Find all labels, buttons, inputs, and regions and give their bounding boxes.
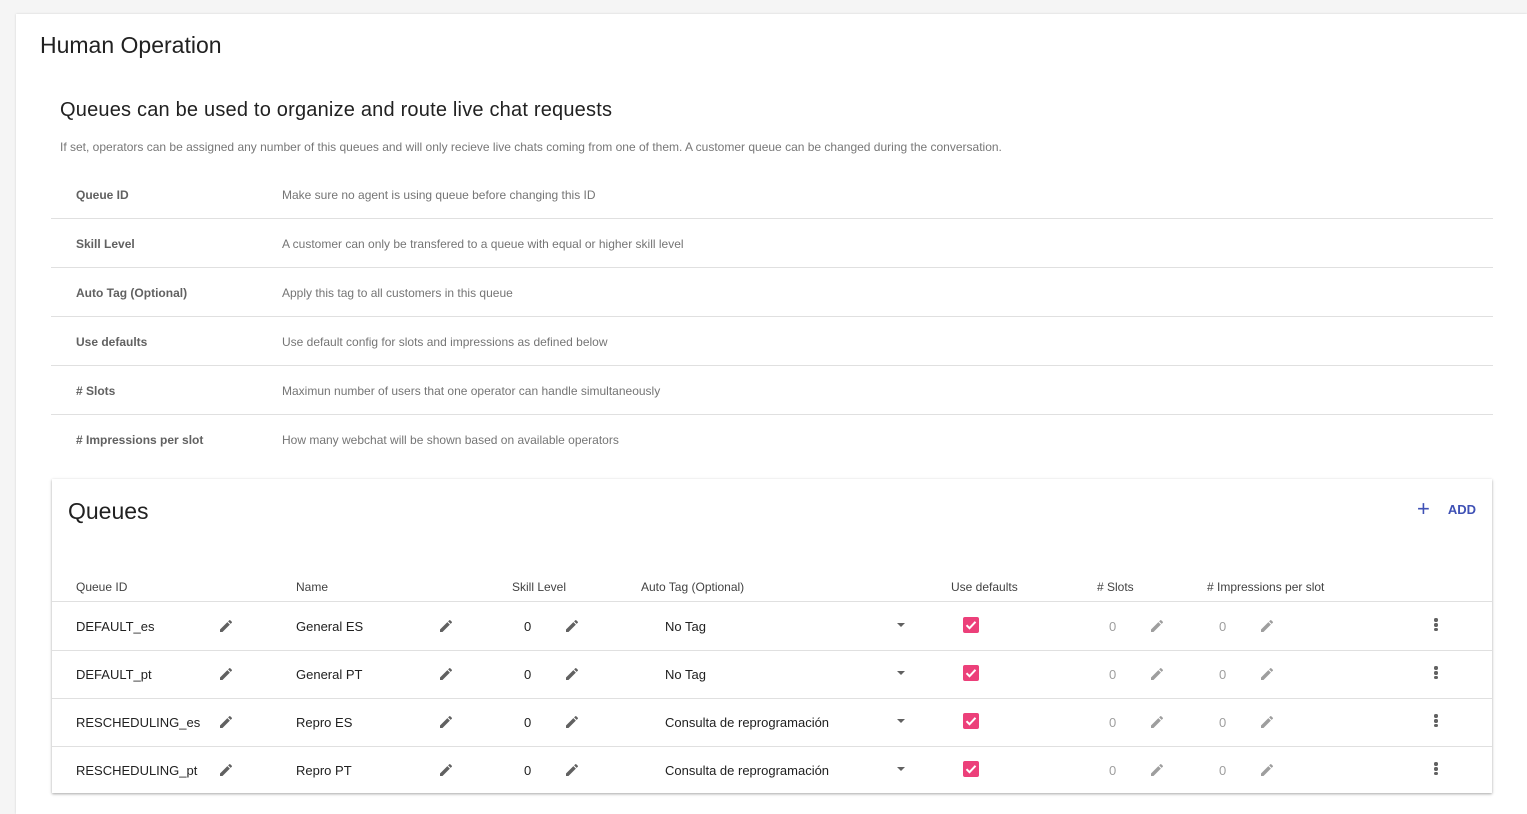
queue-id-cell: RESCHEDULING_es <box>76 715 201 730</box>
column-header-name: Name <box>296 580 329 594</box>
edit-impressions-icon[interactable] <box>1259 714 1275 730</box>
queues-card: Queues + ADD Queue ID Name Skill Level A… <box>52 479 1492 793</box>
definition-row: Auto Tag (Optional) Apply this tag to al… <box>51 268 1493 317</box>
slots-cell: 0 <box>1109 763 1117 778</box>
column-header-auto-tag: Auto Tag (Optional) <box>641 580 745 594</box>
definition-value: Apply this tag to all customers in this … <box>282 286 513 300</box>
auto-tag-select[interactable]: Consulta de reprogramación <box>665 763 829 778</box>
edit-impressions-icon[interactable] <box>1259 618 1275 634</box>
use-defaults-checkbox[interactable] <box>963 713 979 729</box>
column-header-use-defaults: Use defaults <box>951 580 1018 594</box>
edit-name-icon[interactable] <box>438 618 454 634</box>
impressions-cell: 0 <box>1219 619 1227 634</box>
edit-name-icon[interactable] <box>438 762 454 778</box>
edit-queue-id-icon[interactable] <box>218 618 234 634</box>
edit-skill-level-icon[interactable] <box>564 714 580 730</box>
definition-key: Skill Level <box>76 237 135 251</box>
queue-name-cell: Repro PT <box>296 763 352 778</box>
skill-level-cell: 0 <box>524 619 532 634</box>
chevron-down-icon[interactable] <box>897 767 905 771</box>
use-defaults-checkbox[interactable] <box>963 761 979 777</box>
more-options-icon[interactable] <box>1433 617 1439 635</box>
queue-id-cell: DEFAULT_es <box>76 619 155 634</box>
edit-slots-icon[interactable] <box>1149 666 1165 682</box>
edit-queue-id-icon[interactable] <box>218 762 234 778</box>
more-options-icon[interactable] <box>1433 761 1439 779</box>
column-header-queue-id: Queue ID <box>76 580 128 594</box>
definition-row: # Impressions per slot How many webchat … <box>51 415 1493 463</box>
edit-impressions-icon[interactable] <box>1259 762 1275 778</box>
skill-level-cell: 0 <box>524 763 532 778</box>
impressions-cell: 0 <box>1219 667 1227 682</box>
edit-skill-level-icon[interactable] <box>564 618 580 634</box>
slots-cell: 0 <box>1109 619 1117 634</box>
edit-name-icon[interactable] <box>438 666 454 682</box>
definition-row: Queue ID Make sure no agent is using que… <box>51 170 1493 219</box>
edit-queue-id-icon[interactable] <box>218 666 234 682</box>
main-panel: Human Operation Queues can be used to or… <box>16 14 1527 814</box>
queue-id-cell: DEFAULT_pt <box>76 667 152 682</box>
auto-tag-select[interactable]: No Tag <box>665 619 706 634</box>
skill-level-cell: 0 <box>524 715 532 730</box>
definition-value: Use default config for slots and impress… <box>282 335 608 349</box>
more-options-icon[interactable] <box>1433 713 1439 731</box>
table-row: DEFAULT_es General ES 0 No Tag 0 0 <box>52 602 1492 651</box>
definition-row: Skill Level A customer can only be trans… <box>51 219 1493 268</box>
definition-key: Auto Tag (Optional) <box>76 286 188 300</box>
page-title: Human Operation <box>40 32 222 58</box>
skill-level-cell: 0 <box>524 667 532 682</box>
use-defaults-checkbox[interactable] <box>963 617 979 633</box>
table-row: DEFAULT_pt General PT 0 No Tag 0 0 <box>52 650 1492 699</box>
auto-tag-select[interactable]: Consulta de reprogramación <box>665 715 829 730</box>
impressions-cell: 0 <box>1219 715 1227 730</box>
chevron-down-icon[interactable] <box>897 623 905 627</box>
definition-value: Make sure no agent is using queue before… <box>282 188 596 202</box>
add-label: ADD <box>1447 501 1476 517</box>
definition-key: # Impressions per slot <box>76 433 204 447</box>
section-description: If set, operators can be assigned any nu… <box>60 140 1002 154</box>
edit-skill-level-icon[interactable] <box>564 762 580 778</box>
add-queue-button[interactable]: + ADD <box>1416 496 1476 521</box>
table-row: RESCHEDULING_es Repro ES 0 Consulta de r… <box>52 698 1492 747</box>
edit-name-icon[interactable] <box>438 714 454 730</box>
column-header-skill-level: Skill Level <box>512 580 567 594</box>
definition-key: # Slots <box>76 384 116 398</box>
definition-key: Use defaults <box>76 335 148 349</box>
queue-id-cell: RESCHEDULING_pt <box>76 763 198 778</box>
plus-icon: + <box>1416 496 1430 521</box>
edit-slots-icon[interactable] <box>1149 762 1165 778</box>
definition-row: # Slots Maximun number of users that one… <box>51 366 1493 415</box>
use-defaults-checkbox[interactable] <box>963 665 979 681</box>
more-options-icon[interactable] <box>1433 665 1439 683</box>
auto-tag-select[interactable]: No Tag <box>665 667 706 682</box>
definitions-table: Queue ID Make sure no agent is using que… <box>51 170 1493 463</box>
queues-title: Queues <box>68 498 149 524</box>
impressions-cell: 0 <box>1219 763 1227 778</box>
queue-name-cell: General PT <box>296 667 363 682</box>
column-header-impressions: # Impressions per slot <box>1207 580 1325 594</box>
slots-cell: 0 <box>1109 667 1117 682</box>
slots-cell: 0 <box>1109 715 1117 730</box>
section-title: Queues can be used to organize and route… <box>60 99 613 121</box>
definition-key: Queue ID <box>76 188 129 202</box>
definition-value: A customer can only be transfered to a q… <box>282 237 684 251</box>
edit-impressions-icon[interactable] <box>1259 666 1275 682</box>
table-row: RESCHEDULING_pt Repro PT 0 Consulta de r… <box>52 746 1492 794</box>
chevron-down-icon[interactable] <box>897 719 905 723</box>
definition-value: How many webchat will be shown based on … <box>282 433 619 447</box>
definition-row: Use defaults Use default config for slot… <box>51 317 1493 366</box>
column-header-slots: # Slots <box>1097 580 1134 594</box>
edit-skill-level-icon[interactable] <box>564 666 580 682</box>
queue-name-cell: General ES <box>296 619 364 634</box>
edit-slots-icon[interactable] <box>1149 618 1165 634</box>
queue-name-cell: Repro ES <box>296 715 353 730</box>
chevron-down-icon[interactable] <box>897 671 905 675</box>
edit-slots-icon[interactable] <box>1149 714 1165 730</box>
edit-queue-id-icon[interactable] <box>218 714 234 730</box>
definition-value: Maximun number of users that one operato… <box>282 384 661 398</box>
